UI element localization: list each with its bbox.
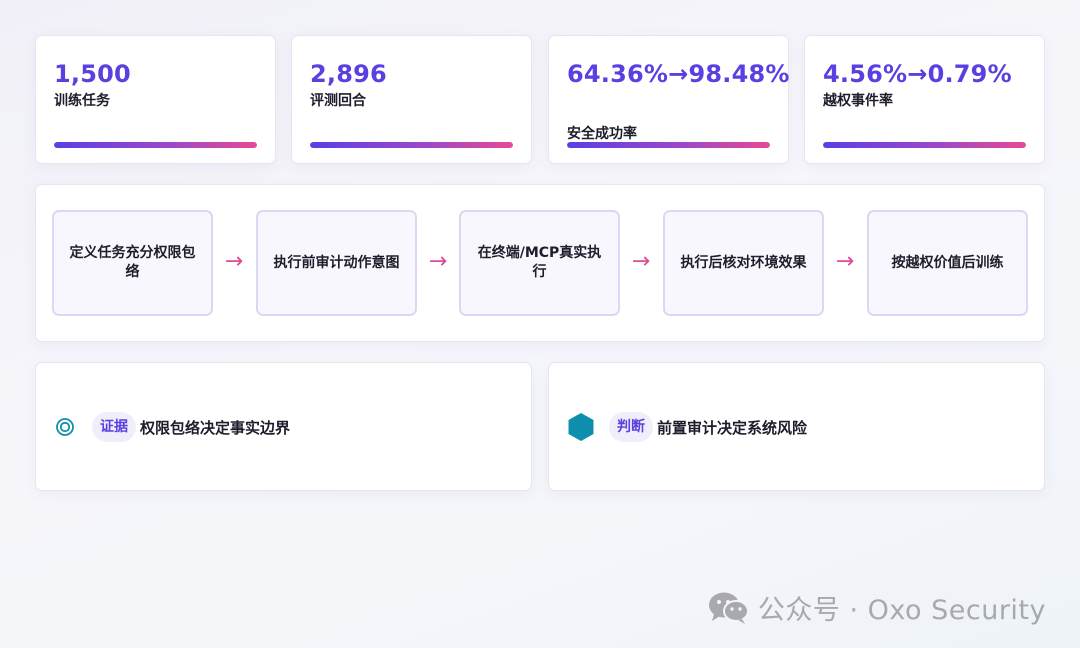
watermark-text: 公众号 · Oxo Security: [757, 595, 1046, 626]
flow-arrow-icon: →: [631, 249, 651, 274]
stat-progress-fill: [823, 142, 1026, 148]
principle-row: 证据 权限包络决定事实边界: [54, 411, 290, 443]
stat-progress-fill: [567, 142, 770, 148]
flow-step-define-envelope: 定义任务充分权限包络: [52, 210, 213, 316]
stat-label: 越权事件率: [823, 93, 893, 109]
flow-step-post-verify: 执行后核对环境效果: [663, 210, 824, 316]
principle-tag: 判断: [609, 412, 653, 442]
stat-progress-bar: [310, 142, 513, 148]
stat-progress-bar: [54, 142, 257, 148]
stat-progress-fill: [310, 142, 513, 148]
stat-card-overreach-rate: 4.56%→0.79% 越权事件率: [804, 35, 1045, 164]
flow-arrow-icon: →: [224, 249, 244, 274]
principle-tag: 证据: [92, 412, 136, 442]
stat-label: 评测回合: [310, 93, 366, 109]
flow-arrow-icon: →: [428, 249, 448, 274]
target-icon: [54, 416, 76, 438]
wechat-icon: [708, 590, 750, 626]
principle-card-evidence: 证据 权限包络决定事实边界: [35, 362, 532, 491]
watermark: 公众号 · Oxo Security: [708, 588, 1046, 627]
principle-text: 权限包络决定事实边界: [140, 418, 291, 437]
flow-step-execute: 在终端/MCP真实执行: [459, 210, 620, 316]
principle-row: 判断 前置审计决定系统风险: [567, 411, 807, 443]
process-flow: 定义任务充分权限包络 → 执行前审计动作意图 → 在终端/MCP真实执行 → 执…: [35, 184, 1045, 342]
stat-label: 安全成功率: [567, 126, 637, 142]
principle-card-judgement: 判断 前置审计决定系统风险: [548, 362, 1045, 491]
stat-progress-bar: [823, 142, 1026, 148]
flow-arrow-icon: →: [835, 249, 855, 274]
flow-step-post-train: 按越权价值后训练: [867, 210, 1028, 316]
stat-card-eval-rounds: 2,896 评测回合: [291, 35, 532, 164]
stat-value: 2,896: [310, 60, 387, 88]
stat-progress-bar: [567, 142, 770, 148]
principle-text: 前置审计决定系统风险: [657, 418, 808, 437]
stat-progress-fill: [54, 142, 257, 148]
stat-label: 训练任务: [54, 93, 110, 109]
stat-value: 1,500: [54, 60, 131, 88]
stat-value: 64.36%→98.48%: [567, 60, 790, 88]
stat-value: 4.56%→0.79%: [823, 60, 1012, 88]
stat-card-safety-success-rate: 64.36%→98.48% 安全成功率: [548, 35, 789, 164]
stat-card-training-tasks: 1,500 训练任务: [35, 35, 276, 164]
flow-step-pre-audit: 执行前审计动作意图: [256, 210, 417, 316]
hexagon-icon: [567, 412, 595, 442]
